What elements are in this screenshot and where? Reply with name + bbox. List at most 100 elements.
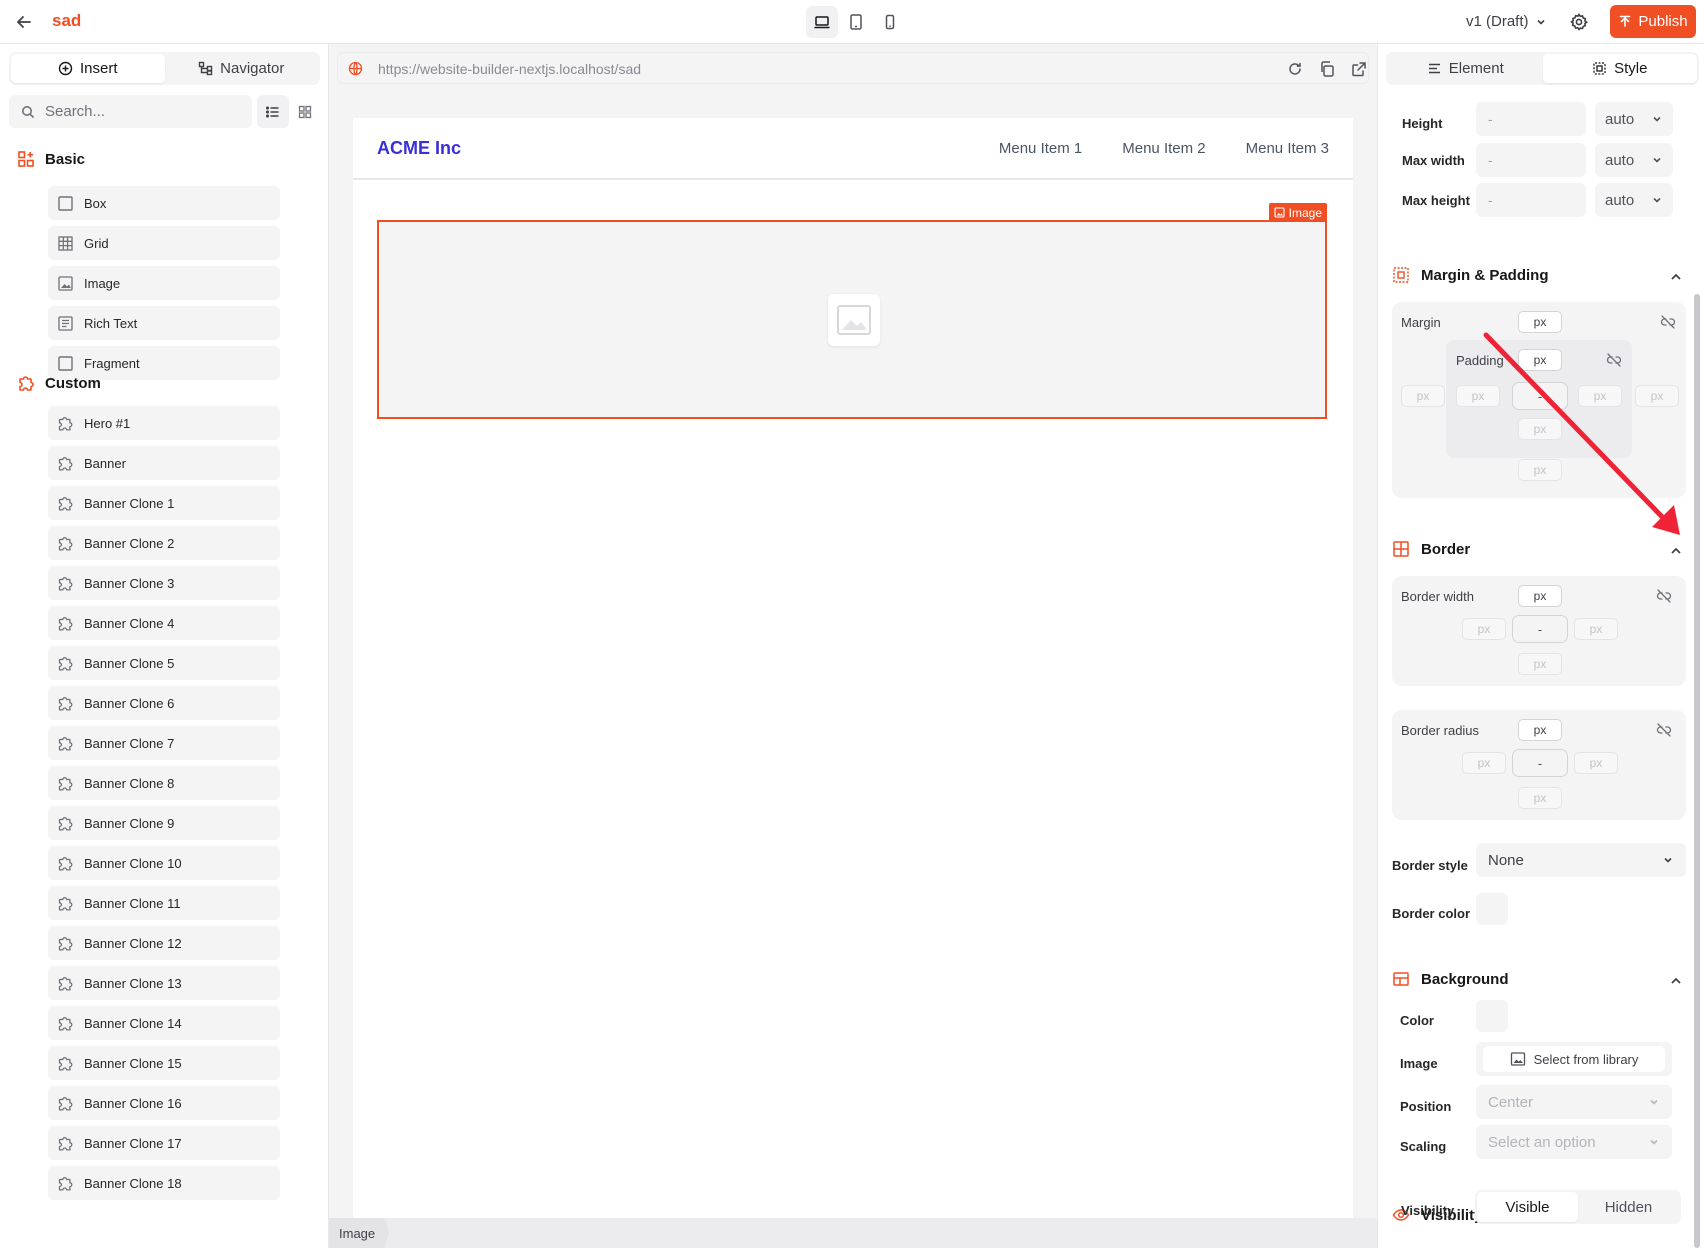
border-radius-all-input[interactable]: px: [1518, 719, 1562, 741]
style-panel-scroll[interactable]: Height - auto Max width - auto Max heigh…: [1378, 88, 1704, 1248]
right-tabs: Element Style: [1386, 52, 1699, 85]
component-grid[interactable]: Grid: [48, 226, 280, 260]
custom-component-item[interactable]: Banner: [48, 446, 280, 480]
custom-component-item[interactable]: Banner Clone 12: [48, 926, 280, 960]
desktop-device-button[interactable]: [806, 6, 838, 38]
menu-item-3[interactable]: Menu Item 3: [1246, 140, 1329, 157]
menu-item-2[interactable]: Menu Item 2: [1122, 140, 1205, 157]
copy-icon[interactable]: [1318, 60, 1336, 78]
breadcrumb-item[interactable]: Image: [329, 1218, 390, 1248]
border-width-left-input[interactable]: px: [1462, 618, 1506, 640]
puzzle-icon: [58, 496, 73, 511]
back-arrow-icon[interactable]: [14, 12, 34, 32]
height-unit-select[interactable]: auto: [1595, 102, 1673, 136]
padding-left-input[interactable]: px: [1456, 385, 1500, 407]
max-width-input[interactable]: -: [1476, 143, 1586, 177]
search-field[interactable]: [9, 95, 252, 128]
padding-all-input[interactable]: px: [1518, 349, 1562, 371]
tab-insert[interactable]: Insert: [11, 54, 165, 83]
border-style-select[interactable]: None: [1476, 843, 1686, 877]
site-logo[interactable]: ACME Inc: [377, 138, 461, 159]
custom-section-header[interactable]: Custom: [17, 374, 101, 392]
list-view-button[interactable]: [257, 95, 289, 128]
custom-component-item[interactable]: Banner Clone 17: [48, 1126, 280, 1160]
bg-scaling-select[interactable]: Select an option: [1476, 1125, 1672, 1159]
component-image[interactable]: Image: [48, 266, 280, 300]
background-header[interactable]: Background: [1392, 970, 1509, 988]
select-from-library-button[interactable]: Select from library: [1476, 1042, 1672, 1076]
unlink-icon[interactable]: [1660, 314, 1676, 330]
unlink-icon[interactable]: [1606, 352, 1622, 368]
selected-image-element[interactable]: Image: [377, 203, 1327, 419]
unlink-icon[interactable]: [1656, 722, 1672, 738]
custom-component-item[interactable]: Banner Clone 11: [48, 886, 280, 920]
margin-bottom-input[interactable]: px: [1518, 459, 1562, 481]
custom-component-item[interactable]: Banner Clone 8: [48, 766, 280, 800]
margin-right-input[interactable]: px: [1635, 385, 1679, 407]
refresh-icon[interactable]: [1286, 60, 1304, 78]
custom-component-item[interactable]: Banner Clone 9: [48, 806, 280, 840]
tab-navigator[interactable]: Navigator: [165, 54, 319, 83]
chevron-up-icon[interactable]: [1668, 973, 1684, 989]
border-width-bottom-input[interactable]: px: [1518, 653, 1562, 675]
unlink-icon[interactable]: [1656, 588, 1672, 604]
publish-button[interactable]: Publish: [1610, 5, 1696, 38]
border-radius-right-input[interactable]: px: [1574, 752, 1618, 774]
custom-component-item[interactable]: Banner Clone 13: [48, 966, 280, 1000]
margin-all-input[interactable]: px: [1518, 311, 1562, 333]
bg-color-swatch[interactable]: [1476, 1000, 1508, 1032]
tablet-device-button[interactable]: [840, 6, 872, 38]
custom-component-item[interactable]: Banner Clone 1: [48, 486, 280, 520]
custom-component-item[interactable]: Banner Clone 6: [48, 686, 280, 720]
spacing-icon: [1393, 267, 1409, 283]
component-box[interactable]: Box: [48, 186, 280, 220]
visibility-visible-option[interactable]: Visible: [1477, 1192, 1578, 1222]
grid-view-button[interactable]: [289, 95, 321, 128]
right-panel-scrollbar[interactable]: [1694, 294, 1700, 1248]
border-radius-left-input[interactable]: px: [1462, 752, 1506, 774]
custom-component-item[interactable]: Banner Clone 16: [48, 1086, 280, 1120]
custom-component-item[interactable]: Banner Clone 2: [48, 526, 280, 560]
custom-component-item[interactable]: Banner Clone 15: [48, 1046, 280, 1080]
custom-component-item[interactable]: Banner Clone 7: [48, 726, 280, 760]
bg-position-select[interactable]: Center: [1476, 1085, 1672, 1119]
chevron-up-icon[interactable]: [1668, 269, 1684, 285]
height-input[interactable]: -: [1476, 102, 1586, 136]
version-select[interactable]: v1 (Draft): [1466, 13, 1547, 30]
margin-padding-header[interactable]: Margin & Padding: [1392, 266, 1549, 284]
max-height-input[interactable]: -: [1476, 183, 1586, 217]
custom-component-item[interactable]: Banner Clone 10: [48, 846, 280, 880]
component-label: Banner Clone 10: [84, 855, 182, 871]
border-width-right-input[interactable]: px: [1574, 618, 1618, 640]
max-height-unit-select[interactable]: auto: [1595, 183, 1673, 217]
margin-left-input[interactable]: px: [1401, 385, 1445, 407]
custom-component-item[interactable]: Banner Clone 14: [48, 1006, 280, 1040]
max-width-unit-select[interactable]: auto: [1595, 143, 1673, 177]
custom-component-item[interactable]: Banner Clone 4: [48, 606, 280, 640]
search-input[interactable]: [45, 103, 235, 120]
site-header[interactable]: ACME Inc Menu Item 1 Menu Item 2 Menu It…: [353, 118, 1353, 180]
custom-component-item[interactable]: Banner Clone 3: [48, 566, 280, 600]
padding-right-input[interactable]: px: [1578, 385, 1622, 407]
border-width-all-input[interactable]: px: [1518, 585, 1562, 607]
border-color-swatch[interactable]: [1476, 893, 1508, 925]
border-radius-bottom-input[interactable]: px: [1518, 787, 1562, 809]
custom-component-item[interactable]: Banner Clone 5: [48, 646, 280, 680]
padding-bottom-input[interactable]: px: [1518, 418, 1562, 440]
table-grid-icon: [58, 235, 73, 251]
tab-element[interactable]: Element: [1388, 54, 1543, 83]
border-header[interactable]: Border: [1392, 540, 1470, 558]
custom-component-item[interactable]: Hero #1: [48, 406, 280, 440]
component-rich-text[interactable]: Rich Text: [48, 306, 280, 340]
page-url[interactable]: https://website-builder-nextjs.localhost…: [378, 61, 641, 77]
menu-item-1[interactable]: Menu Item 1: [999, 140, 1082, 157]
visibility-hidden-option[interactable]: Hidden: [1578, 1192, 1679, 1222]
puzzle-icon: [58, 936, 73, 951]
chevron-up-icon[interactable]: [1668, 543, 1684, 559]
external-link-icon[interactable]: [1350, 60, 1368, 78]
tab-style[interactable]: Style: [1542, 54, 1697, 83]
mobile-device-button[interactable]: [874, 6, 906, 38]
gear-icon[interactable]: [1568, 11, 1590, 33]
custom-component-item[interactable]: Banner Clone 18: [48, 1166, 280, 1200]
basic-section-header[interactable]: Basic: [17, 150, 85, 168]
